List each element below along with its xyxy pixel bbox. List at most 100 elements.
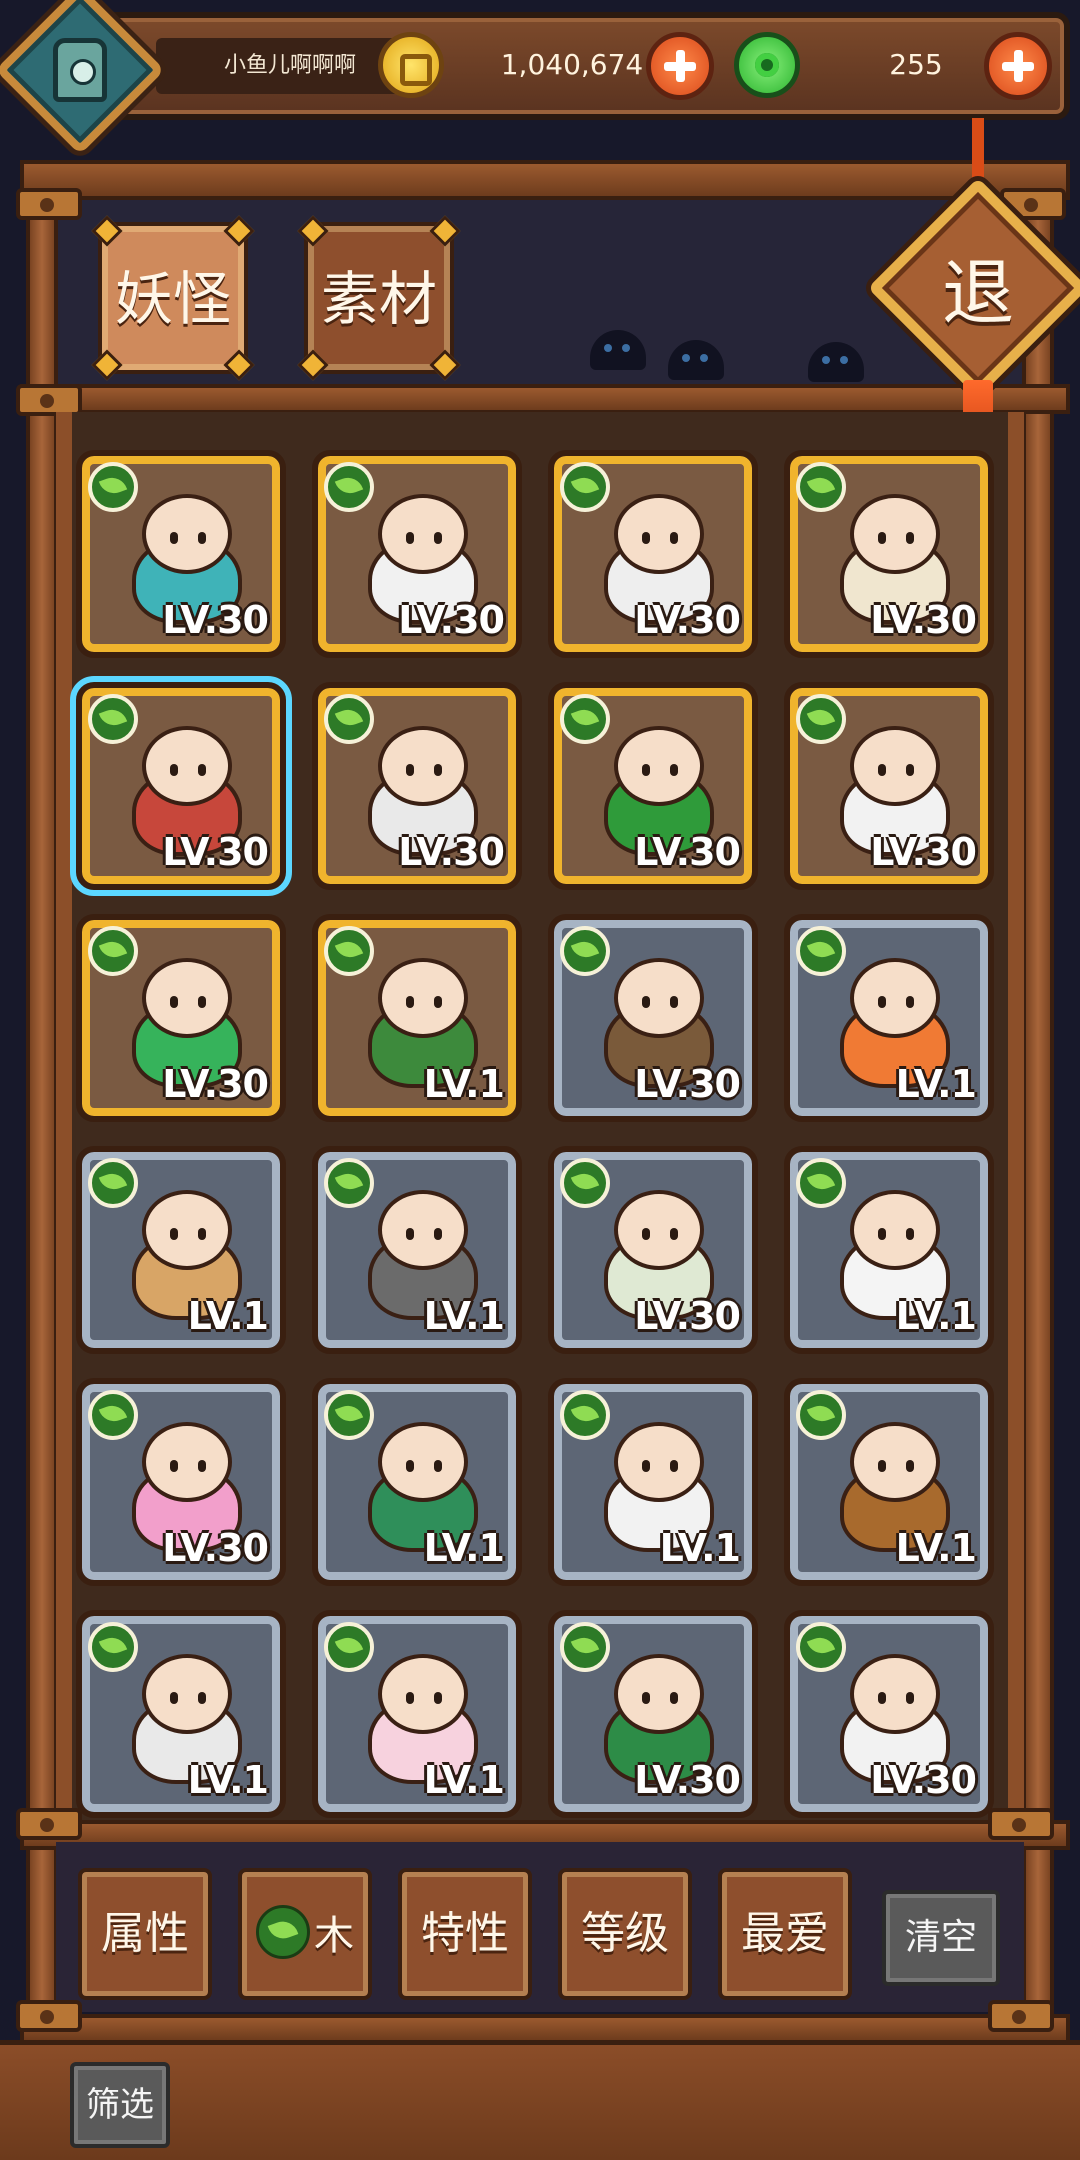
wood-element-icon <box>88 462 138 512</box>
wood-leaf-icon <box>256 1905 310 1959</box>
clear-button[interactable]: 清空 <box>882 1890 1000 1986</box>
creature-card[interactable]: LV.1 <box>312 914 522 1122</box>
creature-card[interactable]: LV.30 <box>548 450 758 658</box>
gold-coin-icon <box>378 32 444 98</box>
creature-face <box>142 726 232 806</box>
creature-card[interactable]: LV.30 <box>548 682 758 890</box>
creature-face <box>378 494 468 574</box>
creature-face <box>142 958 232 1038</box>
bracket <box>988 1808 1054 1840</box>
level-label: LV.1 <box>423 1526 505 1570</box>
creature-face <box>614 958 704 1038</box>
creature-face <box>378 958 468 1038</box>
creature-face <box>850 1190 940 1270</box>
creature-face <box>142 1190 232 1270</box>
filter-label: 木 <box>314 1913 354 1959</box>
filter-level-button[interactable]: 等级 <box>558 1868 692 2000</box>
creature-card[interactable]: LV.1 <box>312 1610 522 1818</box>
creature-card[interactable]: LV.30 <box>784 450 994 658</box>
wood-element-icon <box>88 1158 138 1208</box>
creature-card[interactable]: LV.1 <box>76 1146 286 1354</box>
creature-card[interactable]: LV.1 <box>76 1610 286 1818</box>
creature-face <box>378 1422 468 1502</box>
creature-grid: LV.30 LV.30 LV.30 LV.30 LV.30 LV.30 LV.30 LV.30… <box>70 450 1004 1818</box>
creature-face <box>142 1654 232 1734</box>
creature-card[interactable]: LV.30 <box>76 914 286 1122</box>
wood-element-icon <box>88 1390 138 1440</box>
creature-card[interactable]: LV.1 <box>548 1378 758 1586</box>
creature-card[interactable]: LV.30 <box>548 1610 758 1818</box>
creature-card[interactable]: LV.1 <box>784 914 994 1122</box>
lantern-avatar-icon <box>53 38 107 102</box>
creature-face <box>850 726 940 806</box>
creature-face <box>850 1654 940 1734</box>
creature-face <box>378 1654 468 1734</box>
level-label: LV.1 <box>895 1526 977 1570</box>
creature-card[interactable]: LV.30 <box>76 450 286 658</box>
wood-element-icon <box>88 694 138 744</box>
level-label: LV.30 <box>162 830 269 874</box>
level-label: LV.1 <box>187 1294 269 1338</box>
creature-face <box>614 1190 704 1270</box>
filter-label: 等级 <box>581 1908 669 1959</box>
creature-face <box>614 1422 704 1502</box>
level-label: LV.30 <box>870 830 977 874</box>
wood-element-icon <box>560 1158 610 1208</box>
wood-element-icon <box>88 926 138 976</box>
creature-card[interactable]: LV.30 <box>548 914 758 1122</box>
wood-element-icon <box>796 462 846 512</box>
wood-element-icon <box>796 1390 846 1440</box>
level-label: LV.1 <box>895 1294 977 1338</box>
wood-element-icon <box>796 694 846 744</box>
creature-card[interactable]: LV.30 <box>312 682 522 890</box>
creature-card[interactable]: LV.1 <box>312 1146 522 1354</box>
filter-wood-button[interactable]: 木 <box>238 1868 372 2000</box>
creature-card[interactable]: LV.1 <box>784 1378 994 1586</box>
level-label: LV.30 <box>398 598 505 642</box>
creature-card[interactable]: LV.30 <box>548 1146 758 1354</box>
wood-element-icon <box>324 462 374 512</box>
filter-favorite-button[interactable]: 最爱 <box>718 1868 852 2000</box>
level-label: LV.30 <box>634 830 741 874</box>
filter-attribute-button[interactable]: 属性 <box>78 1868 212 2000</box>
shelf-beam <box>20 384 1070 414</box>
creature-face <box>850 958 940 1038</box>
wood-element-icon <box>560 1390 610 1440</box>
filter-trait-button[interactable]: 特性 <box>398 1868 532 2000</box>
add-gold-button[interactable] <box>646 32 714 100</box>
level-label: LV.30 <box>634 1294 741 1338</box>
level-label: LV.30 <box>162 598 269 642</box>
wood-element-icon <box>324 1390 374 1440</box>
creature-face <box>850 1422 940 1502</box>
filter-label: 特性 <box>421 1908 509 1959</box>
wood-element-icon <box>560 694 610 744</box>
creature-face <box>850 494 940 574</box>
creature-card[interactable]: LV.30 <box>70 676 292 896</box>
add-jade-button[interactable] <box>984 32 1052 100</box>
bracket <box>988 2000 1054 2032</box>
creature-face <box>142 494 232 574</box>
filter-label: 属性 <box>101 1908 189 1959</box>
creature-card[interactable]: LV.1 <box>784 1146 994 1354</box>
wood-element-icon <box>560 1622 610 1672</box>
wood-element-icon <box>324 1158 374 1208</box>
tab-sucai[interactable]: 素材 <box>297 215 461 381</box>
wood-element-icon <box>796 926 846 976</box>
level-label: LV.1 <box>187 1758 269 1802</box>
wood-element-icon <box>88 1622 138 1672</box>
wood-element-icon <box>324 1622 374 1672</box>
level-label: LV.1 <box>895 1062 977 1106</box>
screen-button[interactable]: 筛选 <box>70 2062 170 2148</box>
creature-card[interactable]: LV.30 <box>312 450 522 658</box>
creature-face <box>378 726 468 806</box>
creature-card[interactable]: LV.1 <box>312 1378 522 1586</box>
wood-element-icon <box>560 462 610 512</box>
wood-element-icon <box>324 926 374 976</box>
bracket <box>16 188 82 220</box>
creature-card[interactable]: LV.30 <box>784 682 994 890</box>
creature-card[interactable]: LV.30 <box>784 1610 994 1818</box>
tab-yaoguai[interactable]: 妖怪 <box>91 215 255 381</box>
wood-element-icon <box>324 694 374 744</box>
creature-card[interactable]: LV.30 <box>76 1378 286 1586</box>
filter-label: 最爱 <box>741 1908 829 1959</box>
